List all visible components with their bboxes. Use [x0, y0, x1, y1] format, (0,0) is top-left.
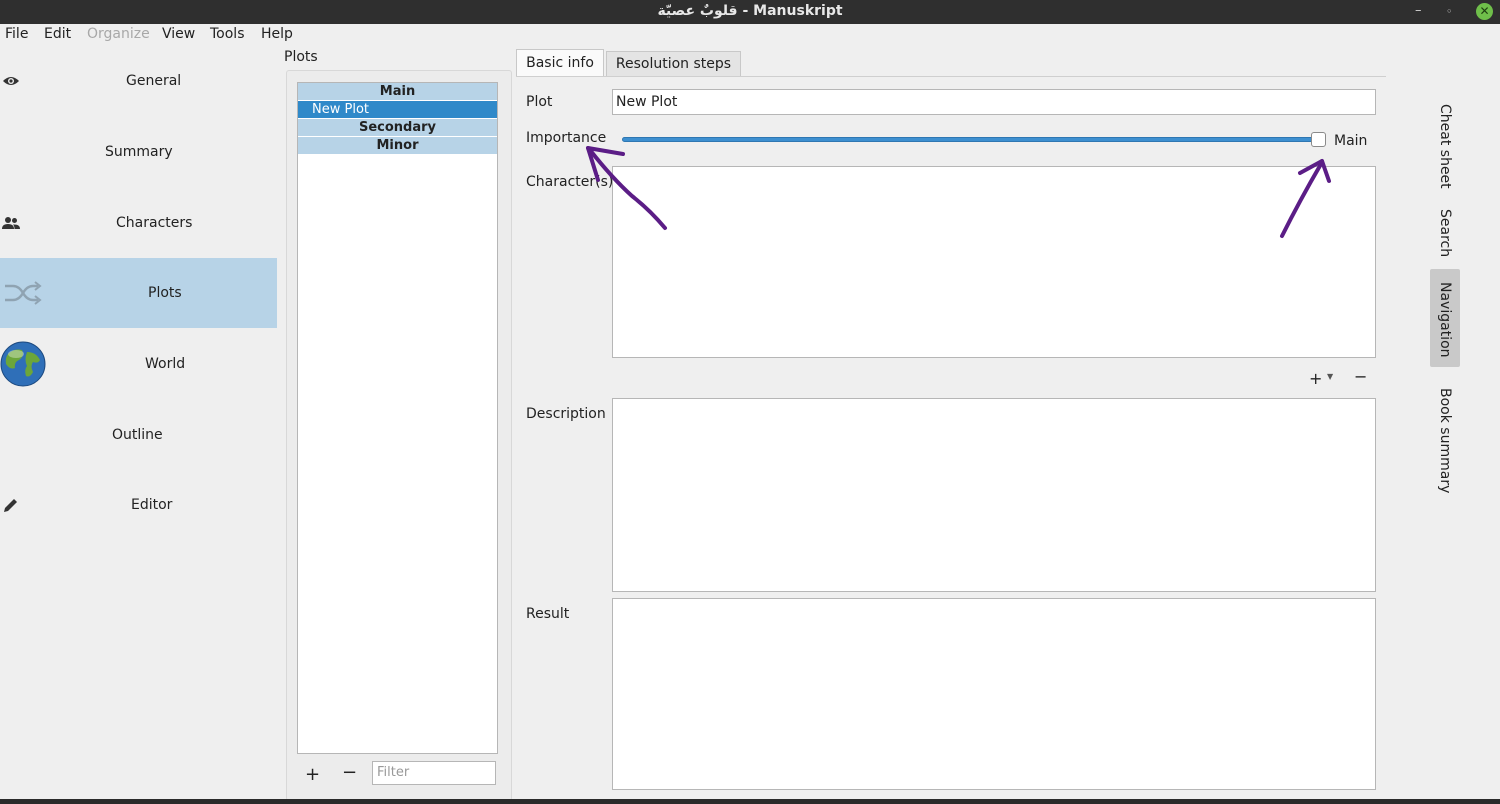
globe-icon	[0, 341, 46, 387]
plot-item-new-plot[interactable]: New Plot	[298, 101, 497, 118]
minimize-icon[interactable]: –	[1415, 3, 1422, 18]
tab-resolution-steps[interactable]: Resolution steps	[606, 51, 741, 76]
side-tab-navigation[interactable]: Navigation	[1430, 269, 1460, 367]
nav-label-general: General	[126, 73, 182, 89]
result-label: Result	[526, 606, 570, 622]
plot-group-minor[interactable]: Minor	[298, 137, 497, 154]
menu-help[interactable]: Help	[261, 26, 293, 42]
nav-world[interactable]: World	[0, 329, 277, 399]
shuffle-icon	[5, 281, 42, 305]
nav-summary[interactable]: Summary	[0, 117, 277, 187]
remove-plot-button[interactable]: −	[342, 762, 357, 783]
nav-label-outline: Outline	[112, 427, 163, 443]
result-field[interactable]	[612, 598, 1376, 790]
plot-list[interactable]: Main New Plot Secondary Minor	[297, 82, 498, 754]
nav-label-editor: Editor	[131, 497, 173, 513]
plot-filter-input[interactable]: Filter	[372, 761, 496, 785]
nav-characters[interactable]: Characters	[0, 188, 277, 258]
people-icon	[2, 217, 20, 229]
eye-icon	[3, 77, 19, 85]
maximize-icon[interactable]: ◦	[1446, 5, 1453, 18]
plot-group-secondary[interactable]: Secondary	[298, 119, 497, 136]
close-icon[interactable]: ✕	[1476, 3, 1493, 20]
importance-label: Importance	[526, 130, 607, 146]
menu-tools[interactable]: Tools	[210, 26, 245, 42]
add-character-dropdown-icon[interactable]: ▼	[1327, 372, 1333, 381]
menu-file[interactable]: File	[5, 26, 28, 42]
pencil-icon	[4, 499, 17, 512]
nav-label-summary: Summary	[105, 144, 173, 160]
nav-label-world: World	[145, 356, 186, 372]
description-field[interactable]	[612, 398, 1376, 592]
menu-edit[interactable]: Edit	[44, 26, 71, 42]
plot-name-label: Plot	[526, 94, 553, 110]
plot-group-main[interactable]: Main	[298, 83, 497, 100]
importance-slider-handle[interactable]	[1311, 132, 1326, 147]
importance-value: Main	[1334, 133, 1368, 149]
side-tab-book-summary[interactable]: Book summary	[1430, 383, 1460, 494]
side-tab-label: Cheat sheet	[1437, 104, 1453, 189]
description-label: Description	[526, 406, 606, 422]
nav-plots[interactable]: Plots	[0, 258, 277, 328]
characters-label: Character(s)	[526, 174, 614, 190]
bottom-edge	[0, 799, 1500, 804]
side-tab-label: Navigation	[1437, 282, 1453, 358]
title-bar: قلوبٌ عصيّة - Manuskript – ◦ ✕	[0, 0, 1500, 24]
nav-outline[interactable]: Outline	[0, 400, 277, 470]
tab-basic-info[interactable]: Basic info	[516, 49, 604, 76]
nav-label-characters: Characters	[116, 215, 193, 231]
menu-organize[interactable]: Organize	[87, 26, 150, 42]
window-title: قلوبٌ عصيّة - Manuskript	[657, 3, 843, 19]
menu-view[interactable]: View	[162, 26, 195, 42]
characters-list[interactable]	[612, 166, 1376, 358]
nav-label-plots: Plots	[148, 285, 182, 301]
remove-character-button[interactable]: −	[1354, 367, 1367, 386]
side-tab-label: Book summary	[1437, 388, 1453, 494]
plot-name-field[interactable]: New Plot	[612, 89, 1376, 115]
add-plot-button[interactable]: +	[305, 764, 320, 785]
importance-slider[interactable]	[622, 137, 1320, 142]
side-tab-label: Search	[1437, 209, 1453, 258]
plots-panel-title: Plots	[284, 49, 318, 65]
nav-general[interactable]: General	[0, 46, 277, 116]
nav-editor[interactable]: Editor	[0, 470, 277, 540]
add-character-button[interactable]: +	[1309, 369, 1322, 388]
side-tab-cheat-sheet[interactable]: Cheat sheet	[1430, 100, 1460, 192]
menu-bar: File Edit Organize View Tools Help	[0, 24, 1500, 46]
side-tab-search[interactable]: Search	[1430, 204, 1460, 262]
